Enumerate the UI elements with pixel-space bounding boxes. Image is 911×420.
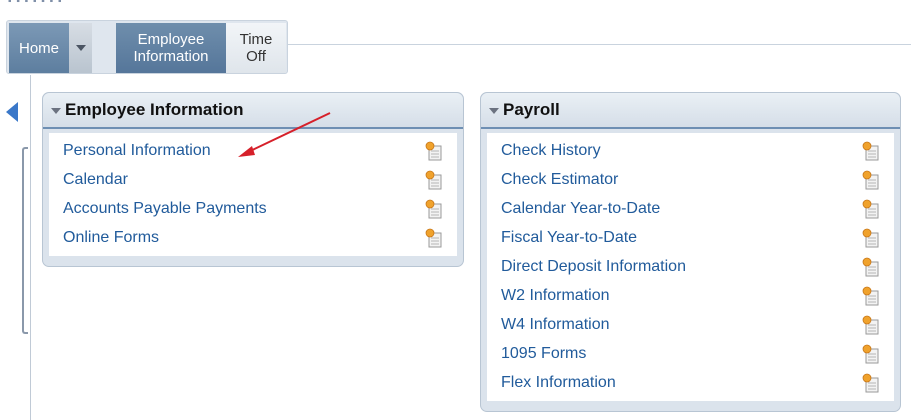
calendar-link[interactable]: Calendar bbox=[63, 171, 128, 189]
list-item: Check History bbox=[487, 136, 894, 165]
list-item: Calendar Year-to-Date bbox=[487, 194, 894, 223]
list-item: Personal Information bbox=[49, 136, 457, 165]
document-open-icon[interactable] bbox=[425, 141, 443, 161]
page: ▪ ▪ ▪ ▪ ▪ ▪ ▪ Home Employee Information … bbox=[0, 0, 911, 420]
payroll-portlet: Payroll Check History Check Estimator Ca… bbox=[480, 92, 901, 412]
main-nav: Home Employee Information Time Off bbox=[6, 20, 288, 74]
portlet-title: Payroll bbox=[503, 100, 560, 119]
fiscal-year-to-date-link[interactable]: Fiscal Year-to-Date bbox=[501, 229, 637, 247]
left-divider bbox=[30, 75, 31, 420]
tab-home-label: Home bbox=[18, 39, 59, 57]
check-estimator-link[interactable]: Check Estimator bbox=[501, 171, 618, 189]
document-open-icon[interactable] bbox=[425, 228, 443, 248]
list-item: Direct Deposit Information bbox=[487, 252, 894, 281]
w4-information-link[interactable]: W4 Information bbox=[501, 316, 609, 334]
chevron-down-icon bbox=[75, 45, 86, 51]
collapse-triangle-icon bbox=[489, 108, 499, 114]
home-dropdown-button[interactable] bbox=[69, 23, 92, 73]
list-item: 1095 Forms bbox=[487, 339, 894, 368]
list-item: Calendar bbox=[49, 165, 457, 194]
list-item: Online Forms bbox=[49, 223, 457, 252]
document-open-icon[interactable] bbox=[862, 286, 880, 306]
1095-forms-link[interactable]: 1095 Forms bbox=[501, 345, 586, 363]
flex-information-link[interactable]: Flex Information bbox=[501, 374, 616, 392]
document-open-icon[interactable] bbox=[862, 344, 880, 364]
portlet-header[interactable]: Employee Information bbox=[43, 93, 463, 129]
document-open-icon[interactable] bbox=[862, 228, 880, 248]
document-open-icon[interactable] bbox=[862, 373, 880, 393]
triangle-left-icon[interactable] bbox=[6, 102, 18, 122]
tab-employee-information[interactable]: Employee Information bbox=[116, 23, 226, 73]
collapse-triangle-icon bbox=[51, 108, 61, 114]
w2-information-link[interactable]: W2 Information bbox=[501, 287, 609, 305]
portlet-header[interactable]: Payroll bbox=[481, 93, 900, 129]
tab-home[interactable]: Home bbox=[9, 23, 92, 73]
header-divider bbox=[288, 44, 911, 45]
check-history-link[interactable]: Check History bbox=[501, 142, 601, 160]
list-item: W2 Information bbox=[487, 281, 894, 310]
portlet-body: Personal Information Calendar Accounts P… bbox=[49, 133, 457, 256]
list-item: Accounts Payable Payments bbox=[49, 194, 457, 223]
list-item: W4 Information bbox=[487, 310, 894, 339]
direct-deposit-information-link[interactable]: Direct Deposit Information bbox=[501, 258, 686, 276]
document-open-icon[interactable] bbox=[425, 170, 443, 190]
accounts-payable-payments-link[interactable]: Accounts Payable Payments bbox=[63, 200, 267, 218]
left-panel-edge bbox=[22, 147, 28, 334]
employee-information-portlet: Employee Information Personal Informatio… bbox=[42, 92, 464, 267]
document-open-icon[interactable] bbox=[862, 170, 880, 190]
clipped-header-text: ▪ ▪ ▪ ▪ ▪ ▪ ▪ bbox=[8, 0, 63, 7]
document-open-icon[interactable] bbox=[425, 199, 443, 219]
list-item: Check Estimator bbox=[487, 165, 894, 194]
tab-time-off-label: Time Off bbox=[239, 31, 273, 65]
tab-employee-information-label: Employee Information bbox=[133, 31, 209, 65]
document-open-icon[interactable] bbox=[862, 257, 880, 277]
document-open-icon[interactable] bbox=[862, 315, 880, 335]
personal-information-link[interactable]: Personal Information bbox=[63, 142, 211, 160]
online-forms-link[interactable]: Online Forms bbox=[63, 229, 159, 247]
portlet-title: Employee Information bbox=[65, 100, 244, 119]
list-item: Fiscal Year-to-Date bbox=[487, 223, 894, 252]
list-item: Flex Information bbox=[487, 368, 894, 397]
document-open-icon[interactable] bbox=[862, 141, 880, 161]
calendar-year-to-date-link[interactable]: Calendar Year-to-Date bbox=[501, 200, 660, 218]
tab-time-off[interactable]: Time Off bbox=[226, 23, 286, 73]
document-open-icon[interactable] bbox=[862, 199, 880, 219]
portlet-body: Check History Check Estimator Calendar Y… bbox=[487, 133, 894, 401]
